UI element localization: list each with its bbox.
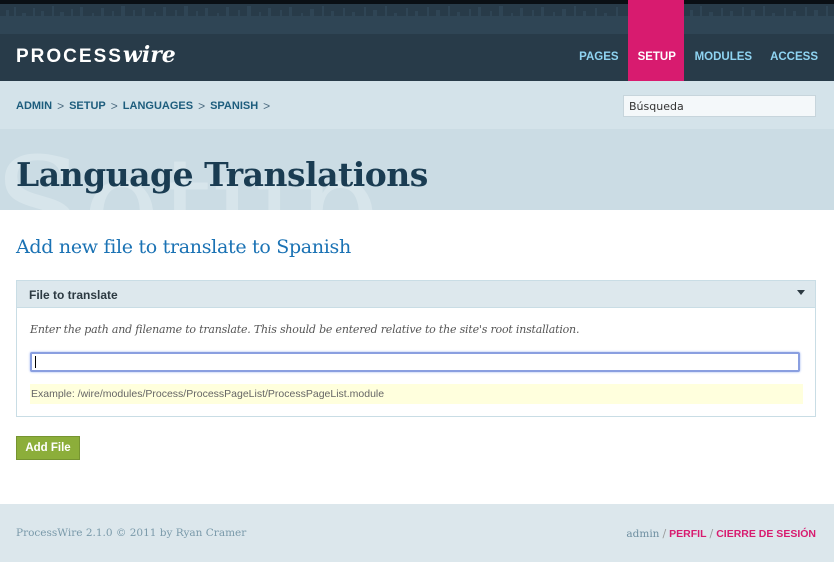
processwire-logo[interactable]: PROCESSwire	[16, 43, 176, 69]
user-links: admin / PERFIL / CIERRE DE SESIÓN	[626, 527, 816, 540]
breadcrumb: ADMIN > SETUP > LANGUAGES > SPANISH >	[16, 99, 275, 113]
file-to-translate-fieldset: File to translate Enter the path and fil…	[16, 280, 816, 417]
breadcrumb-spanish[interactable]: SPANISH	[210, 100, 258, 112]
username: admin	[626, 528, 660, 540]
nav-modules[interactable]: MODULES	[686, 0, 762, 81]
title-band: Setup ADMIN > SETUP > LANGUAGES > SPANIS…	[0, 81, 834, 210]
breadcrumb-separator: >	[198, 99, 206, 113]
breadcrumb-languages[interactable]: LANGUAGES	[123, 100, 193, 112]
form-heading: Add new file to translate to Spanish	[16, 236, 351, 258]
field-description: Enter the path and filename to translate…	[30, 323, 580, 336]
search-input[interactable]	[623, 95, 816, 117]
collapse-toggle-icon[interactable]	[797, 290, 805, 295]
add-file-button[interactable]: Add File	[16, 436, 80, 460]
masthead: PROCESSwire PAGES SETUP MODULES ACCESS	[0, 0, 834, 81]
footer: ProcessWire 2.1.0 © 2011 by Ryan Cramer …	[0, 504, 834, 562]
fieldset-header[interactable]: File to translate	[17, 281, 815, 308]
file-path-input[interactable]	[30, 352, 800, 372]
text-caret	[35, 356, 36, 368]
nav-setup[interactable]: SETUP	[627, 0, 684, 81]
footer-separator: /	[662, 527, 667, 540]
field-label: File to translate	[29, 288, 118, 302]
copyright-text: ProcessWire 2.1.0 © 2011 by Ryan Cramer	[16, 527, 247, 539]
breadcrumb-setup[interactable]: SETUP	[69, 100, 106, 112]
logout-link[interactable]: CIERRE DE SESIÓN	[716, 528, 816, 540]
logo-text-wire: wire	[122, 42, 176, 68]
breadcrumb-separator: >	[263, 99, 271, 113]
field-note: Example: /wire/modules/Process/ProcessPa…	[30, 384, 803, 404]
logo-text-process: PROCESS	[16, 46, 123, 67]
main-content: Add new file to translate to Spanish Fil…	[0, 210, 834, 504]
profile-link[interactable]: PERFIL	[669, 528, 706, 540]
breadcrumb-separator: >	[110, 99, 118, 113]
breadcrumb-separator: >	[57, 99, 65, 113]
nav-pages[interactable]: PAGES	[570, 0, 627, 81]
footer-separator: /	[709, 527, 714, 540]
page-title: Language Translations	[16, 155, 428, 194]
nav-access[interactable]: ACCESS	[761, 0, 834, 81]
breadcrumb-admin[interactable]: ADMIN	[16, 100, 52, 112]
top-navigation: PAGES SETUP MODULES ACCESS	[570, 0, 834, 81]
